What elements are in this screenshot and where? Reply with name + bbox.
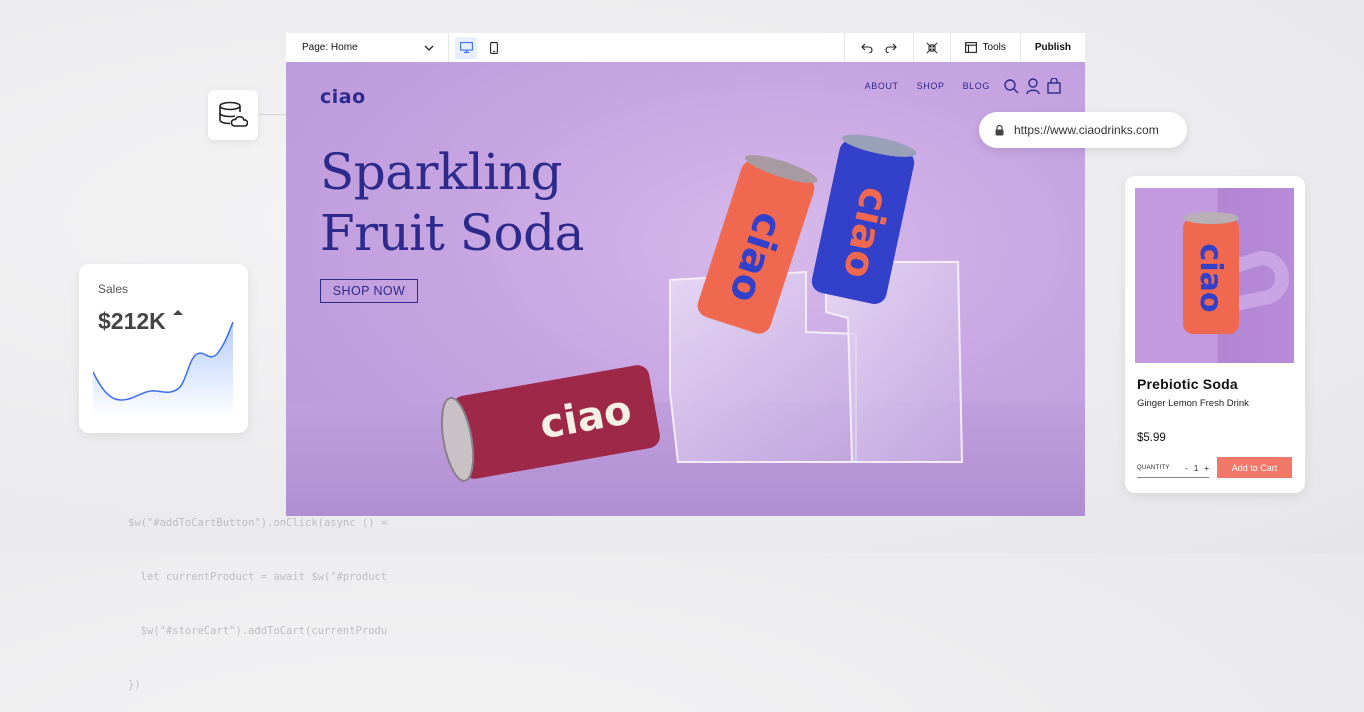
lock-icon — [995, 124, 1004, 135]
site-editor: Page: Home Tools Publish ciao ciao ciao … — [286, 33, 1085, 516]
cart-bag-icon[interactable] — [1047, 78, 1061, 94]
product-card: ciao Prebiotic Soda Ginger Lemon Fresh D… — [1125, 176, 1305, 493]
tools-icon — [964, 42, 977, 53]
database-card[interactable] — [208, 90, 258, 140]
chevron-down-icon — [424, 45, 434, 51]
mobile-view-button[interactable] — [483, 37, 505, 59]
publish-button[interactable]: Publish — [1021, 33, 1085, 62]
undo-icon[interactable] — [860, 43, 873, 53]
editor-toolbar: Page: Home Tools Publish — [286, 33, 1085, 63]
product-image[interactable]: ciao — [1135, 188, 1294, 363]
site-logo[interactable]: ciao — [320, 86, 366, 108]
hero-title-line: Sparkling — [320, 143, 562, 201]
trend-up-icon — [173, 310, 183, 315]
page-selector[interactable]: Page: Home — [286, 33, 449, 62]
quantity-increment[interactable]: + — [1204, 464, 1209, 473]
product-subtitle: Ginger Lemon Fresh Drink — [1137, 398, 1249, 409]
can-brand-text: ciao — [1193, 244, 1228, 313]
redo-icon[interactable] — [885, 43, 897, 53]
sales-widget: Sales $212K — [79, 264, 248, 433]
site-preview: ciao ciao ciao ciao ABOUT SHOP BLOG Spar… — [286, 62, 1085, 516]
code-line: $w("#storeCart").addToCart(currentProduc… — [140, 625, 388, 637]
zoom-out-button[interactable] — [914, 33, 950, 62]
account-icon[interactable] — [1026, 78, 1040, 94]
nav-shop[interactable]: SHOP — [917, 81, 945, 91]
mobile-icon — [490, 41, 498, 54]
nav-blog[interactable]: BLOG — [963, 81, 990, 91]
search-icon[interactable] — [1004, 78, 1019, 94]
sales-sparkline — [93, 321, 234, 414]
collapse-icon — [926, 42, 937, 53]
product-name: Prebiotic Soda — [1137, 376, 1238, 392]
quantity-label: QUANTITY — [1137, 465, 1170, 471]
shop-now-button[interactable]: SHOP NOW — [320, 279, 418, 303]
code-line: }) — [128, 679, 141, 691]
quantity-decrement[interactable]: - — [1185, 464, 1188, 473]
add-to-cart-button[interactable]: Add to Cart — [1217, 457, 1292, 478]
tools-label: Tools — [982, 42, 1006, 53]
product-price: $5.99 — [1137, 432, 1166, 444]
product-can-image: ciao — [1183, 212, 1289, 334]
url-bar[interactable]: https://www.ciaodrinks.com — [979, 112, 1187, 148]
site-nav: ABOUT SHOP BLOG — [865, 78, 1061, 94]
hero-title: Sparkling Fruit Soda — [320, 142, 584, 264]
code-line: $w("#addToCartButton").onClick(async () … — [128, 517, 388, 529]
quantity-stepper[interactable]: QUANTITY - 1 + — [1137, 459, 1209, 478]
page-selector-label: Page: Home — [302, 42, 358, 53]
hero-title-line: Fruit Soda — [320, 204, 584, 262]
nav-about[interactable]: ABOUT — [865, 81, 899, 91]
code-line: let currentProduct = await $w("#productP… — [140, 571, 388, 583]
connector-line — [258, 114, 286, 115]
desktop-view-button[interactable] — [455, 36, 477, 59]
tools-button[interactable]: Tools — [951, 33, 1020, 62]
database-cloud-icon — [219, 101, 248, 127]
desktop-icon — [459, 42, 473, 53]
quantity-value: 1 — [1193, 463, 1199, 473]
url-text: https://www.ciaodrinks.com — [1014, 123, 1159, 137]
sales-title: Sales — [98, 282, 129, 296]
